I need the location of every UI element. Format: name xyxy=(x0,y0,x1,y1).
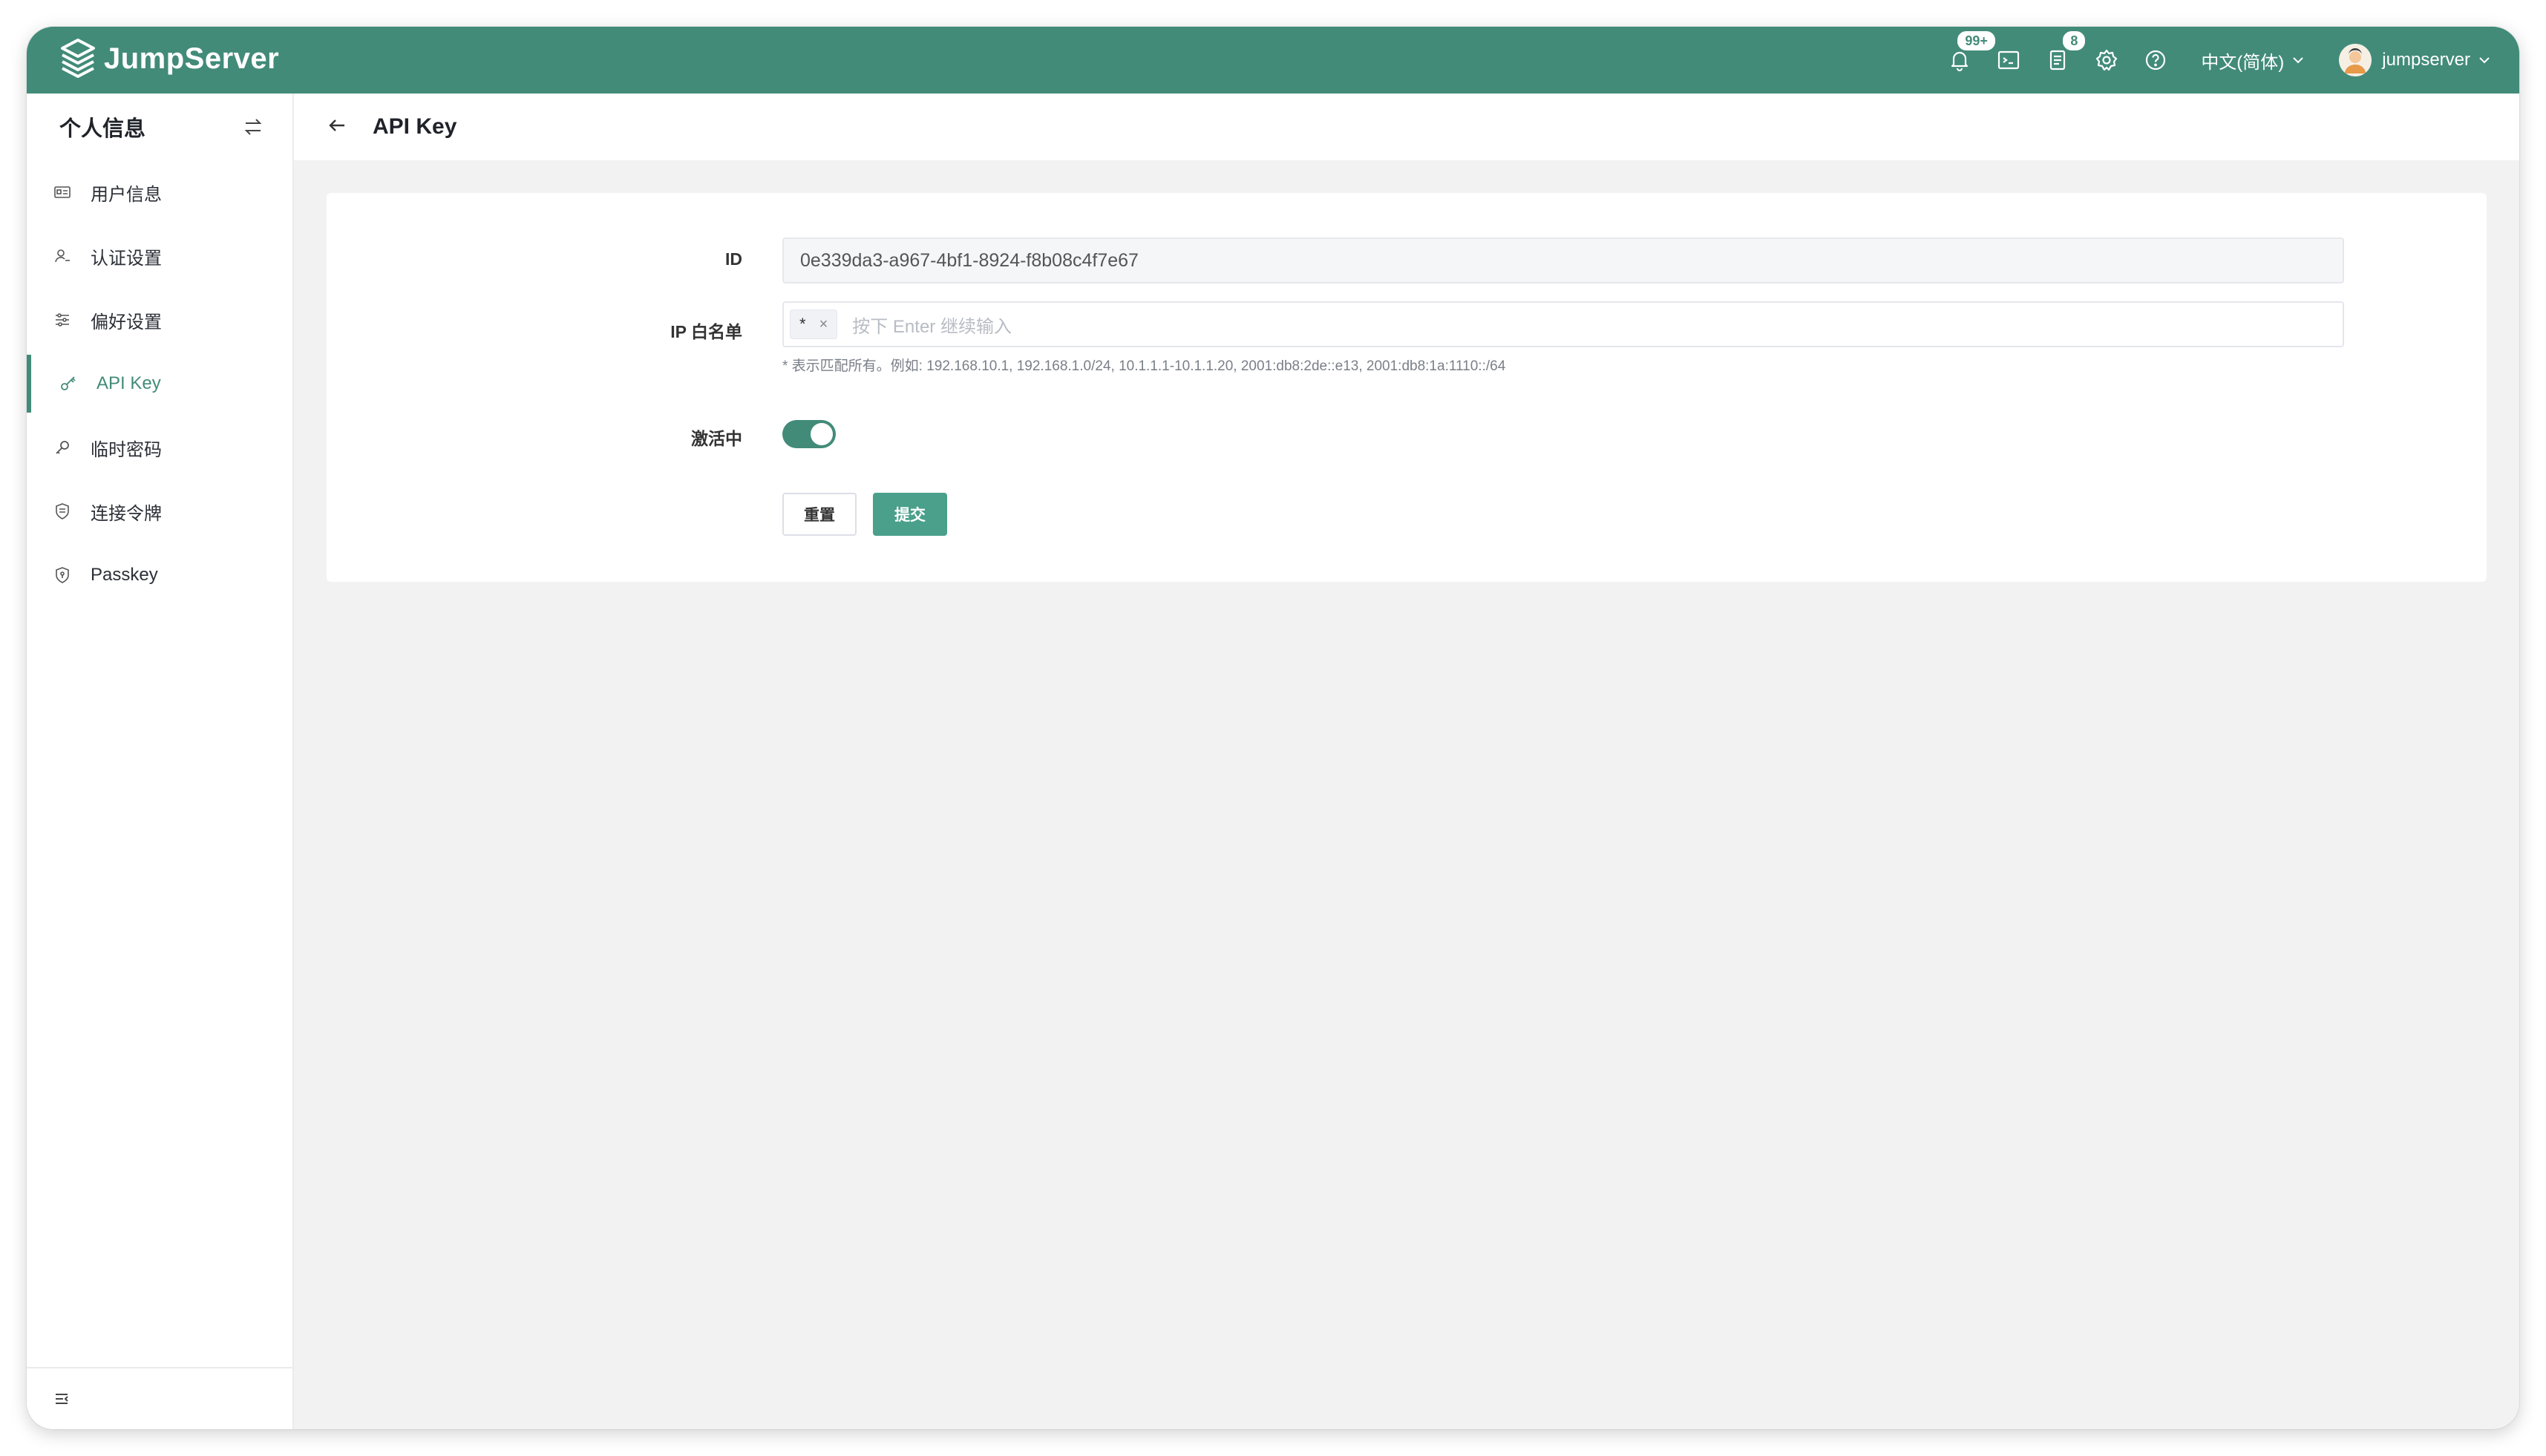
arrow-left-icon xyxy=(329,119,344,131)
document-icon xyxy=(2050,50,2066,70)
language-switcher[interactable]: 中文(简体) xyxy=(2201,47,2306,73)
sidebar-item-label: 临时密码 xyxy=(91,439,162,460)
sidebar-item-label: 连接令牌 xyxy=(91,503,162,524)
ip-whitelist-hint: * 表示匹配所有。例如: 192.168.10.1, 192.168.1.0/2… xyxy=(782,358,1506,374)
toggle-knob xyxy=(811,423,833,445)
key-icon xyxy=(61,376,76,390)
token-shield-icon xyxy=(56,503,69,519)
sidebar-item-auth-settings[interactable]: 认证设置 xyxy=(27,224,292,288)
sidebar-menu: 用户信息 认证设置 偏好设置 API Key 临时密码 连接令牌 Passkey xyxy=(27,160,292,607)
sidebar-item-connection-token[interactable]: 连接令牌 xyxy=(27,479,292,543)
sidebar-footer xyxy=(27,1367,292,1429)
terminal-icon xyxy=(1998,50,2020,70)
api-key-form-card: ID 0e339da3-a967-4bf1-8924-f8b08c4f7e67 … xyxy=(327,193,2487,582)
ip-whitelist-label: IP 白名单 xyxy=(670,322,742,341)
header-actions: 99+ 8 中文(简体) jumpserver xyxy=(1935,27,2493,94)
top-header: JumpServer 99+ 8 中文(简体) jumpserver xyxy=(27,27,2519,94)
sidebar-item-temp-password[interactable]: 临时密码 xyxy=(27,416,292,479)
sidebar-item-preferences[interactable]: 偏好设置 xyxy=(27,288,292,352)
chevron-down-icon xyxy=(2479,57,2490,64)
avatar xyxy=(2339,44,2372,76)
sidebar-item-api-key[interactable]: API Key xyxy=(27,352,292,416)
avatar-image xyxy=(2339,44,2372,76)
ip-tag-text: * xyxy=(799,315,806,333)
settings-button[interactable] xyxy=(2082,27,2131,94)
sidebar-item-passkey[interactable]: Passkey xyxy=(27,543,292,607)
web-terminal-button[interactable] xyxy=(1984,27,2033,94)
page-title: API Key xyxy=(373,114,457,139)
sidebar-item-label: Passkey xyxy=(91,565,158,585)
back-button[interactable] xyxy=(325,114,349,141)
gear-icon xyxy=(2096,49,2118,71)
active-toggle[interactable] xyxy=(782,420,836,448)
sidebar: 个人信息 用户信息 认证设置 偏好设置 API Key 临时密码 连接令牌 Pa… xyxy=(27,94,294,1429)
sidebar-item-user-info[interactable]: 用户信息 xyxy=(27,160,292,224)
page-header: API Key xyxy=(294,94,2519,160)
notifications-button[interactable]: 99+ xyxy=(1935,27,1997,94)
username: jumpserver xyxy=(2382,50,2470,70)
temp-key-icon xyxy=(56,441,69,454)
jumpserver-logo-icon xyxy=(61,39,95,78)
app-window: JumpServer 99+ 8 中文(简体) jumpserver 个人信息 … xyxy=(27,27,2519,1429)
id-value: 0e339da3-a967-4bf1-8924-f8b08c4f7e67 xyxy=(800,249,1139,271)
brand-logo[interactable]: JumpServer xyxy=(59,39,279,79)
ip-input-placeholder[interactable]: 按下 Enter 继续输入 xyxy=(852,312,1012,338)
brand-name: JumpServer xyxy=(104,42,280,75)
sidebar-item-label: 用户信息 xyxy=(91,184,162,205)
submit-button[interactable]: 提交 xyxy=(873,493,947,536)
active-label: 激活中 xyxy=(691,429,742,448)
id-card-icon xyxy=(54,186,71,198)
reset-button[interactable]: 重置 xyxy=(782,493,857,536)
sidebar-item-label: 认证设置 xyxy=(91,248,162,269)
passkey-shield-icon xyxy=(56,567,69,583)
id-label: ID xyxy=(725,249,742,269)
help-button[interactable] xyxy=(2131,27,2180,94)
sidebar-header: 个人信息 xyxy=(27,94,292,160)
tickets-button[interactable]: 8 xyxy=(2033,27,2087,94)
swap-icon[interactable] xyxy=(242,116,264,138)
ip-whitelist-input[interactable]: * × 按下 Enter 继续输入 xyxy=(782,301,2344,347)
id-field: 0e339da3-a967-4bf1-8924-f8b08c4f7e67 xyxy=(782,237,2344,283)
help-icon xyxy=(2146,50,2166,70)
user-menu[interactable]: jumpserver xyxy=(2339,44,2493,76)
collapse-sidebar-icon[interactable] xyxy=(53,1391,70,1407)
user-settings-icon xyxy=(55,249,70,263)
chevron-down-icon xyxy=(2293,57,2304,64)
sidebar-item-label: API Key xyxy=(96,373,161,393)
sidebar-item-label: 偏好设置 xyxy=(91,312,162,332)
sliders-icon xyxy=(56,313,69,327)
language-label: 中文(简体) xyxy=(2201,52,2285,73)
sidebar-title: 个人信息 xyxy=(59,117,146,141)
ip-tag: * × xyxy=(790,309,838,339)
tag-close-icon[interactable]: × xyxy=(819,316,828,333)
